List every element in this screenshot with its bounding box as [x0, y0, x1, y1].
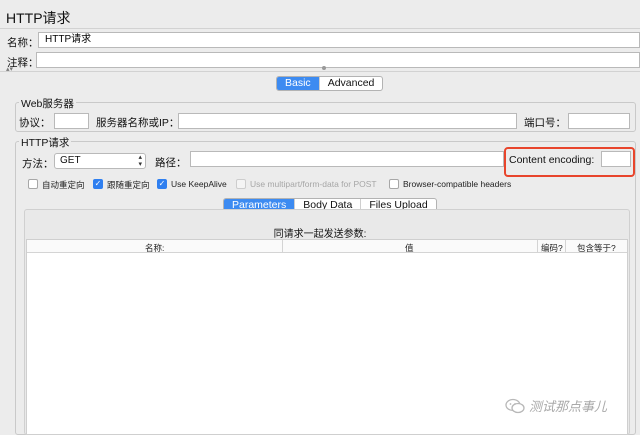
- keepalive-label: Use KeepAlive: [171, 179, 227, 189]
- title-divider: [0, 28, 640, 29]
- follow-redirect-label: 跟随重定向: [107, 180, 150, 190]
- protocol-field[interactable]: [54, 113, 89, 129]
- multipart-label: Use multipart/form-data for POST: [250, 179, 377, 189]
- table-header: 名称: 值 编码? 包含等于?: [27, 240, 627, 253]
- follow-redirect-checkbox[interactable]: ✓: [93, 179, 103, 189]
- path-label: 路径：: [155, 157, 187, 169]
- port-field[interactable]: [568, 113, 630, 129]
- watermark: 测试那点事儿: [505, 396, 607, 415]
- column-header-value[interactable]: 值: [405, 242, 414, 254]
- keepalive-checkbox[interactable]: ✓: [157, 179, 167, 189]
- path-field[interactable]: [190, 151, 504, 167]
- splitter-handle-icon[interactable]: [322, 66, 326, 70]
- wechat-icon: [505, 398, 525, 413]
- main-tabs: Basic Advanced: [276, 76, 384, 91]
- browser-headers-label: Browser-compatible headers: [403, 179, 512, 189]
- name-label: 名称：: [7, 37, 39, 49]
- select-arrows-icon: ▴ ▾: [138, 154, 142, 168]
- http-request-title: HTTP请求: [19, 135, 72, 150]
- method-select[interactable]: GET ▴ ▾: [54, 153, 146, 169]
- parameters-caption: 同请求一起发送参数:: [273, 229, 367, 240]
- page-title: HTTP请求: [6, 10, 71, 26]
- web-server-title: Web服务器: [19, 96, 76, 111]
- content-encoding-field[interactable]: [601, 151, 631, 167]
- column-separator: [537, 240, 538, 253]
- column-header-encode[interactable]: 编码?: [541, 242, 563, 254]
- protocol-label: 协议：: [19, 117, 51, 129]
- port-label: 端口号：: [524, 117, 566, 129]
- auto-redirect-checkbox[interactable]: [28, 179, 38, 189]
- multipart-checkbox[interactable]: [236, 179, 246, 189]
- browser-headers-checkbox[interactable]: [389, 179, 399, 189]
- name-field[interactable]: HTTP请求: [38, 32, 640, 48]
- server-label: 服务器名称或IP：: [96, 117, 180, 129]
- watermark-text: 测试那点事儿: [529, 399, 608, 414]
- splitter-divider: [0, 71, 640, 72]
- tab-advanced[interactable]: Advanced: [320, 77, 383, 90]
- column-header-include-equals[interactable]: 包含等于?: [577, 242, 616, 254]
- content-encoding-label: Content encoding:: [509, 154, 595, 166]
- tab-basic[interactable]: Basic: [277, 77, 320, 90]
- column-separator: [282, 240, 283, 253]
- comment-field[interactable]: [36, 52, 640, 68]
- method-value: GET: [60, 155, 81, 166]
- auto-redirect-label: 自动重定向: [42, 180, 85, 190]
- server-field[interactable]: [178, 113, 517, 129]
- column-header-name[interactable]: 名称:: [145, 242, 164, 254]
- method-label: 方法：: [22, 158, 54, 170]
- column-separator: [565, 240, 566, 253]
